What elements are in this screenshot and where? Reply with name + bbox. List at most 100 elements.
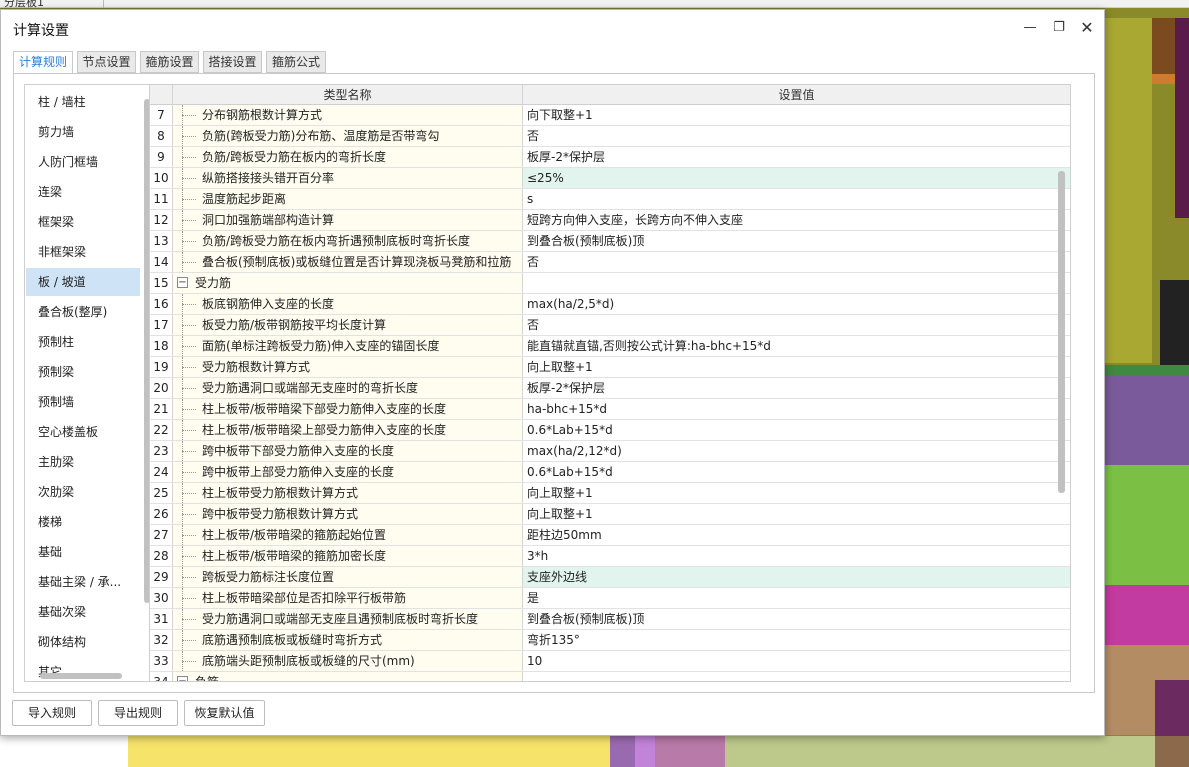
- table-row[interactable]: 23 跨中板带下部受力筋伸入支座的长度 max(ha/2,12*d): [150, 441, 1070, 462]
- setting-value-cell[interactable]: 支座外边线: [523, 567, 1070, 587]
- table-row[interactable]: 25 柱上板带受力筋根数计算方式 向上取整+1: [150, 483, 1070, 504]
- setting-value-cell[interactable]: 否: [523, 126, 1070, 146]
- table-row[interactable]: 10 纵筋搭接接头错开百分率 ≤25%: [150, 168, 1070, 189]
- list-item[interactable]: 人防门框墙: [26, 148, 140, 176]
- list-horizontal-scrollbar[interactable]: [40, 673, 122, 679]
- setting-value-cell[interactable]: 板厚-2*保护层: [523, 378, 1070, 398]
- table-row[interactable]: 21 柱上板带/板带暗梁下部受力筋伸入支座的长度 ha-bhc+15*d: [150, 399, 1070, 420]
- table-row[interactable]: 17 板受力筋/板带钢筋按平均长度计算 否: [150, 315, 1070, 336]
- list-item[interactable]: 叠合板(整厚): [26, 298, 140, 326]
- table-row[interactable]: 30 柱上板带暗梁部位是否扣除平行板带筋 是: [150, 588, 1070, 609]
- setting-value-cell[interactable]: ≤25%: [523, 168, 1070, 188]
- list-item[interactable]: 板 / 坡道: [26, 268, 140, 296]
- dialog-titlebar[interactable]: 计算设置 — ❐ ✕: [1, 10, 1104, 44]
- setting-value-cell[interactable]: 否: [523, 252, 1070, 272]
- table-row[interactable]: 27 柱上板带/板带暗梁的箍筋起始位置 距柱边50mm: [150, 525, 1070, 546]
- setting-value-cell[interactable]: [523, 273, 1070, 293]
- tab-calc-rules[interactable]: 计算规则: [13, 51, 73, 74]
- table-row[interactable]: 19 受力筋根数计算方式 向上取整+1: [150, 357, 1070, 378]
- list-item[interactable]: 砌体结构: [26, 628, 140, 656]
- setting-name: 纵筋搭接接头错开百分率: [202, 171, 335, 185]
- table-row[interactable]: 18 面筋(单标注跨板受力筋)伸入支座的锚固长度 能直锚就直锚,否则按公式计算:ha…: [150, 336, 1070, 357]
- setting-value-cell[interactable]: max(ha/2,5*d): [523, 294, 1070, 314]
- table-row[interactable]: 32 底筋遇预制底板或板缝时弯折方式 弯折135°: [150, 630, 1070, 651]
- list-item[interactable]: 柱 / 墙柱: [26, 88, 140, 116]
- setting-value-cell[interactable]: 10: [523, 651, 1070, 671]
- table-row[interactable]: 11 温度筋起步距离 s: [150, 189, 1070, 210]
- list-item[interactable]: 主肋梁: [26, 448, 140, 476]
- list-item[interactable]: 非框架梁: [26, 238, 140, 266]
- setting-name: 叠合板(预制底板)或板缝位置是否计算现浇板马凳筋和拉筋: [202, 255, 512, 269]
- setting-value-cell[interactable]: 向上取整+1: [523, 357, 1070, 377]
- setting-name-cell: 柱上板带/板带暗梁上部受力筋伸入支座的长度: [173, 420, 523, 440]
- table-row[interactable]: 7 分布钢筋根数计算方式 向下取整+1: [150, 105, 1070, 126]
- table-row[interactable]: 33 底筋端头距预制底板或板缝的尺寸(mm) 10: [150, 651, 1070, 672]
- grid-header-name[interactable]: 类型名称: [173, 85, 523, 105]
- table-row[interactable]: 15− 受力筋: [150, 273, 1070, 294]
- setting-value-cell[interactable]: 是: [523, 588, 1070, 608]
- table-row[interactable]: 31 受力筋遇洞口或端部无支座且遇预制底板时弯折长度 到叠合板(预制底板)顶: [150, 609, 1070, 630]
- setting-value-cell[interactable]: 向上取整+1: [523, 483, 1070, 503]
- restore-defaults-button[interactable]: 恢复默认值: [184, 700, 265, 726]
- table-row[interactable]: 12 洞口加强筋端部构造计算 短跨方向伸入支座，长跨方向不伸入支座: [150, 210, 1070, 231]
- table-row[interactable]: 9 负筋/跨板受力筋在板内的弯折长度 板厚-2*保护层: [150, 147, 1070, 168]
- setting-value-cell[interactable]: ha-bhc+15*d: [523, 399, 1070, 419]
- list-item[interactable]: 连梁: [26, 178, 140, 206]
- table-row[interactable]: 8 负筋(跨板受力筋)分布筋、温度筋是否带弯勾 否: [150, 126, 1070, 147]
- tab-stirrup-formula[interactable]: 箍筋公式: [266, 51, 326, 73]
- table-row[interactable]: 29 跨板受力筋标注长度位置 支座外边线: [150, 567, 1070, 588]
- table-row[interactable]: 20 受力筋遇洞口或端部无支座时的弯折长度 板厚-2*保护层: [150, 378, 1070, 399]
- setting-value-cell[interactable]: 短跨方向伸入支座，长跨方向不伸入支座: [523, 210, 1070, 230]
- setting-value-cell[interactable]: 3*h: [523, 546, 1070, 566]
- minimize-icon[interactable]: —: [1020, 18, 1040, 38]
- tab-stirrup-settings[interactable]: 箍筋设置: [140, 51, 199, 73]
- grid-header-value[interactable]: 设置值: [523, 85, 1070, 105]
- list-item[interactable]: 预制柱: [26, 328, 140, 356]
- setting-value-cell[interactable]: 距柱边50mm: [523, 525, 1070, 545]
- restore-icon[interactable]: ❐: [1049, 18, 1069, 38]
- setting-value-cell[interactable]: 能直锚就直锚,否则按公式计算:ha-bhc+15*d: [523, 336, 1070, 356]
- setting-name-cell: 受力筋根数计算方式: [173, 357, 523, 377]
- setting-value-cell[interactable]: 到叠合板(预制底板)顶: [523, 231, 1070, 251]
- setting-value-cell[interactable]: s: [523, 189, 1070, 209]
- list-item[interactable]: 预制梁: [26, 358, 140, 386]
- table-row[interactable]: 16 板底钢筋伸入支座的长度 max(ha/2,5*d): [150, 294, 1070, 315]
- table-row[interactable]: 13 负筋/跨板受力筋在板内弯折遇预制底板时弯折长度 到叠合板(预制底板)顶: [150, 231, 1070, 252]
- table-row[interactable]: 24 跨中板带上部受力筋伸入支座的长度 0.6*Lab+15*d: [150, 462, 1070, 483]
- import-rules-button[interactable]: 导入规则: [12, 700, 92, 726]
- table-row[interactable]: 26 跨中板带受力筋根数计算方式 向上取整+1: [150, 504, 1070, 525]
- list-item[interactable]: 预制墙: [26, 388, 140, 416]
- list-item[interactable]: 基础主梁 / 承...: [26, 568, 140, 596]
- setting-value-cell[interactable]: [523, 672, 1070, 681]
- close-icon[interactable]: ✕: [1077, 18, 1097, 38]
- setting-value-cell[interactable]: max(ha/2,12*d): [523, 441, 1070, 461]
- tree-guide-line: [182, 409, 196, 410]
- list-item[interactable]: 次肋梁: [26, 478, 140, 506]
- grid-vertical-scrollbar[interactable]: [1058, 171, 1065, 493]
- list-item[interactable]: 基础: [26, 538, 140, 566]
- table-row[interactable]: 34− 负筋: [150, 672, 1070, 681]
- list-item[interactable]: 基础次梁: [26, 598, 140, 626]
- setting-value-cell[interactable]: 0.6*Lab+15*d: [523, 462, 1070, 482]
- tab-node-settings[interactable]: 节点设置: [77, 51, 136, 73]
- table-row[interactable]: 14 叠合板(预制底板)或板缝位置是否计算现浇板马凳筋和拉筋否: [150, 252, 1070, 273]
- setting-value-cell[interactable]: 到叠合板(预制底板)顶: [523, 609, 1070, 629]
- list-item[interactable]: 楼梯: [26, 508, 140, 536]
- tree-guide-line: [182, 115, 196, 116]
- setting-value-cell[interactable]: 板厚-2*保护层: [523, 147, 1070, 167]
- collapse-icon[interactable]: −: [177, 277, 188, 288]
- table-row[interactable]: 28 柱上板带/板带暗梁的箍筋加密长度 3*h: [150, 546, 1070, 567]
- setting-value-cell[interactable]: 0.6*Lab+15*d: [523, 420, 1070, 440]
- setting-value-cell[interactable]: 向上取整+1: [523, 504, 1070, 524]
- table-row[interactable]: 22 柱上板带/板带暗梁上部受力筋伸入支座的长度 0.6*Lab+15*d: [150, 420, 1070, 441]
- floor-selector[interactable]: 分层板1: [0, 0, 104, 9]
- setting-value-cell[interactable]: 否: [523, 315, 1070, 335]
- setting-value-cell[interactable]: 弯折135°: [523, 630, 1070, 650]
- collapse-icon[interactable]: −: [177, 676, 188, 681]
- list-item[interactable]: 框架梁: [26, 208, 140, 236]
- tab-lap-settings[interactable]: 搭接设置: [203, 51, 262, 73]
- setting-value-cell[interactable]: 向下取整+1: [523, 105, 1070, 125]
- list-item[interactable]: 剪力墙: [26, 118, 140, 146]
- list-item[interactable]: 空心楼盖板: [26, 418, 140, 446]
- export-rules-button[interactable]: 导出规则: [98, 700, 178, 726]
